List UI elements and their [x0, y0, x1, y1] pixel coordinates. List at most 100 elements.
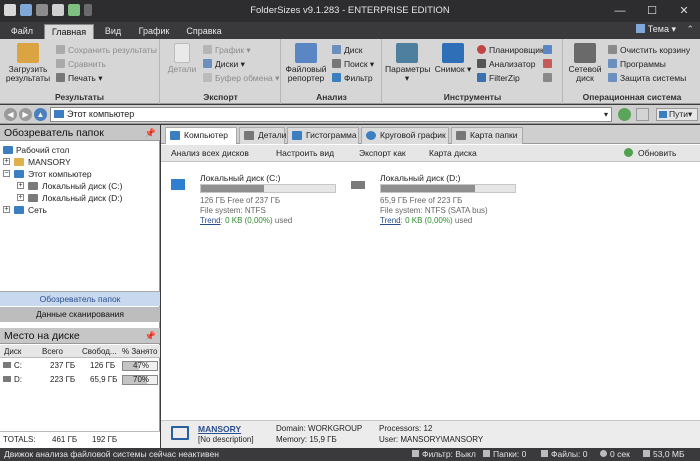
- disk-map-button[interactable]: Карта диска: [429, 148, 477, 158]
- disk-button[interactable]: Диск: [332, 44, 362, 56]
- tab-chart[interactable]: График: [132, 24, 176, 39]
- trend-link[interactable]: Trend: [200, 216, 221, 225]
- network-disk-button[interactable]: Сетевой диск: [566, 43, 604, 83]
- system-protection-button[interactable]: Защита системы: [608, 72, 686, 84]
- details-button[interactable]: Детали: [165, 43, 199, 74]
- drive-usage-fill: [381, 185, 475, 192]
- table-row[interactable]: D: 223 ГБ 65,9 ГБ 70%: [0, 374, 160, 387]
- drive-c-card[interactable]: Локальный диск (C:) 126 ГБ Free of 237 Г…: [171, 173, 341, 233]
- compare-icon: [56, 59, 65, 68]
- tab-file[interactable]: Файл: [4, 24, 40, 39]
- clipboard-label: Буфер обмена: [215, 73, 273, 83]
- chart-export-button[interactable]: График ▾: [203, 44, 251, 56]
- network-disk-label: Сетевой диск: [568, 64, 602, 83]
- tab-histogram[interactable]: Гистограмма: [287, 127, 359, 144]
- empty-recycle-button[interactable]: Очистить корзину: [608, 44, 690, 56]
- printer-icon: [56, 73, 65, 82]
- tree-item-desktop[interactable]: Рабочий стол: [0, 144, 160, 156]
- address-input[interactable]: Этот компьютер ▾: [50, 107, 612, 122]
- tab-computer[interactable]: Компьютер: [165, 127, 237, 144]
- close-button[interactable]: ✕: [668, 0, 700, 22]
- forward-arrow-icon[interactable]: ▶: [19, 108, 32, 121]
- tab-folder-explorer[interactable]: Обозреватель папок: [0, 291, 160, 306]
- params-button[interactable]: Параметры ▾: [385, 43, 430, 83]
- scheduler-label: Планировщик: [489, 45, 544, 55]
- reporter-icon: [295, 43, 317, 63]
- tab-scan-data[interactable]: Данные сканирования: [0, 307, 160, 322]
- drive-d-card[interactable]: Локальный диск (D:) 65,9 ГБ Free of 223 …: [351, 173, 521, 233]
- tab-folder-map[interactable]: Карта папки: [451, 127, 523, 144]
- maximize-button[interactable]: ☐: [636, 0, 668, 22]
- analyze-all-disks-button[interactable]: Анализ всех дисков: [171, 148, 249, 158]
- col-used-pct[interactable]: % Занято: [122, 345, 157, 358]
- tree-item-mansory[interactable]: + MANSORY: [0, 156, 160, 168]
- document-icon: [174, 43, 190, 63]
- tool-extra-3-button[interactable]: [543, 72, 555, 84]
- main-panel: Компьютер Детали Гистограмма Круговой гр…: [161, 125, 700, 448]
- load-results-button[interactable]: Загрузить результаты: [4, 43, 52, 83]
- desktop-icon: [3, 146, 13, 154]
- expand-icon[interactable]: +: [17, 194, 24, 201]
- filezip-label: FilterZip: [489, 73, 520, 83]
- up-arrow-icon[interactable]: ▲: [34, 108, 47, 121]
- tree-item-drive-c[interactable]: + Локальный диск (C:): [0, 180, 160, 192]
- tab-help[interactable]: Справка: [180, 24, 228, 39]
- table-row[interactable]: C: 237 ГБ 126 ГБ 47%: [0, 360, 160, 373]
- col-total[interactable]: Всего: [42, 345, 63, 358]
- tab-home[interactable]: Главная: [44, 24, 94, 39]
- save-results-button[interactable]: Сохранить результаты: [56, 44, 157, 56]
- user-folder-icon: [14, 158, 24, 166]
- back-arrow-icon[interactable]: ◀: [4, 108, 17, 121]
- expand-icon[interactable]: +: [3, 158, 10, 165]
- customize-view-button[interactable]: Настроить вид: [276, 148, 334, 158]
- programs-button[interactable]: Программы: [608, 58, 666, 70]
- clipboard-button[interactable]: Буфер обмена ▾: [203, 72, 279, 84]
- drive-icon: [28, 182, 38, 190]
- col-free[interactable]: Свобод...: [82, 345, 117, 358]
- tool-extra-1-button[interactable]: [543, 44, 555, 56]
- drive-icon: [3, 374, 14, 386]
- pin-icon[interactable]: 📌: [145, 328, 156, 344]
- minimize-button[interactable]: —: [604, 0, 636, 22]
- tab-view[interactable]: Вид: [98, 24, 128, 39]
- tool-extra-2-button[interactable]: [543, 58, 555, 70]
- disks-export-button[interactable]: Диски ▾: [203, 58, 245, 70]
- address-dropdown-icon[interactable]: ▾: [604, 108, 608, 121]
- totals-label: TOTALS:: [3, 435, 36, 444]
- tab-details[interactable]: Детали: [239, 127, 286, 144]
- computer-name-link[interactable]: MANSORY: [198, 424, 241, 434]
- analyzer-button[interactable]: Анализатор: [477, 58, 536, 70]
- print-button[interactable]: Печать ▾: [56, 72, 103, 84]
- tree-item-label: Локальный диск (C:): [42, 181, 123, 191]
- export-as-button[interactable]: Экспорт как: [359, 148, 406, 158]
- paths-button[interactable]: Пути▾: [656, 108, 698, 121]
- ribbon-collapse-button[interactable]: ⌃: [686, 24, 694, 35]
- tree-item-this-pc[interactable]: − Этот компьютер: [0, 168, 160, 180]
- trend-link[interactable]: Trend: [380, 216, 401, 225]
- refresh-button[interactable]: Обновить: [624, 148, 677, 158]
- compare-button[interactable]: Сравнить: [56, 58, 106, 70]
- theme-menu[interactable]: Тема ▾: [635, 24, 676, 35]
- stop-icon[interactable]: [636, 108, 649, 121]
- tree-item-network[interactable]: + Сеть: [0, 204, 160, 216]
- scheduler-button[interactable]: Планировщик: [477, 44, 544, 56]
- save-results-label: Сохранить результаты: [68, 45, 157, 55]
- search-button[interactable]: Поиск ▾: [332, 58, 374, 70]
- status-filter-text: Фильтр: Выкл: [422, 449, 476, 459]
- refresh-icon[interactable]: [618, 108, 631, 121]
- tab-pie-chart[interactable]: Круговой график: [361, 127, 449, 144]
- expand-icon[interactable]: +: [17, 182, 24, 189]
- collapse-icon[interactable]: −: [3, 170, 10, 177]
- snapshot-button[interactable]: Снимок ▾: [433, 43, 473, 74]
- tree-item-drive-d[interactable]: + Локальный диск (D:): [0, 192, 160, 204]
- disk-icon: [203, 59, 212, 68]
- filter-button[interactable]: Фильтр: [332, 72, 373, 84]
- col-drive[interactable]: Диск: [4, 345, 21, 358]
- filezip-button[interactable]: FilterZip: [477, 72, 520, 84]
- cell-drive: D:: [14, 375, 22, 384]
- chart-icon: [203, 45, 212, 54]
- file-icon: [541, 450, 548, 457]
- expand-icon[interactable]: +: [3, 206, 10, 213]
- file-reporter-button[interactable]: Файловый репортер: [284, 43, 328, 83]
- pin-icon[interactable]: 📌: [145, 125, 156, 141]
